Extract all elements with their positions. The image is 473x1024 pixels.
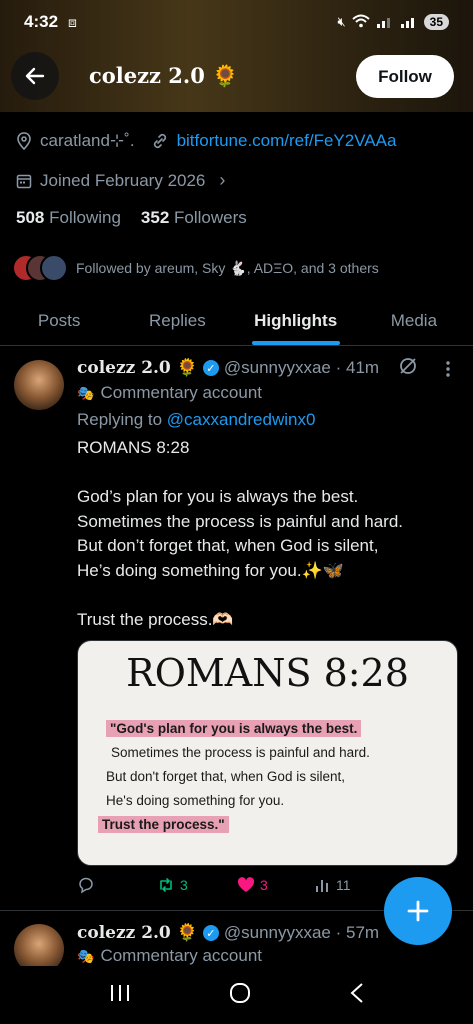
- like-button[interactable]: 3: [237, 877, 315, 893]
- replying-to-line: Replying to @caxxandredwinx0: [77, 410, 316, 429]
- plus-icon: [407, 900, 429, 922]
- avatar: [40, 254, 68, 282]
- reply-icon: [79, 877, 93, 894]
- followed-by-avatars: [12, 254, 68, 282]
- compose-button[interactable]: [384, 877, 452, 945]
- tab-replies[interactable]: Replies: [118, 296, 236, 345]
- media-image-line: But don't forget that, when God is silen…: [106, 769, 345, 784]
- back-nav-icon[interactable]: [349, 982, 365, 1009]
- signal-icon-2: [400, 14, 418, 31]
- mute-icon: 🔇︎: [337, 14, 346, 29]
- tweet-author-name[interactable]: colezz 2.0 🌻: [77, 923, 198, 943]
- tweet-body: ROMANS 8:28 God’s plan for you is always…: [77, 436, 457, 632]
- view-count: 11: [336, 877, 351, 893]
- tweet-text-line: Sometimes the process is painful and har…: [77, 511, 404, 531]
- status-icons: 🔇︎ 35: [337, 14, 449, 31]
- media-image-line: Sometimes the process is painful and har…: [111, 745, 370, 760]
- followers-count-link[interactable]: 352 Followers: [141, 208, 247, 228]
- views-button[interactable]: 11: [315, 877, 395, 893]
- verified-badge-icon: ✓: [202, 925, 219, 941]
- tweet-text-line: But don’t forget that, when God is silen…: [77, 536, 379, 555]
- media-image-line: Trust the process.": [98, 816, 229, 833]
- avatar[interactable]: [14, 360, 64, 410]
- commentary-label: 🎭 Commentary account: [77, 383, 263, 402]
- retweet-button[interactable]: 3: [157, 876, 237, 894]
- heart-icon: [237, 877, 255, 892]
- tab-media[interactable]: Media: [355, 296, 473, 345]
- media-image-line: He's doing something for you.: [106, 793, 285, 808]
- followed-by-text: Followed by areum, Sky 🐇, ADΞO, and 3 ot…: [76, 259, 379, 276]
- theater-mask-icon: 🎭: [77, 384, 95, 401]
- battery-indicator: 35: [423, 14, 449, 30]
- profile-joined-date: Joined February 2026: [40, 170, 206, 190]
- home-icon[interactable]: [228, 981, 252, 1010]
- grok-icon[interactable]: [398, 356, 418, 381]
- tweet-handle-time: @sunnyyxxae · 41m: [223, 358, 380, 377]
- theater-mask-icon: 🎭: [77, 947, 95, 964]
- link-icon: [153, 133, 166, 149]
- tweet-text-line: [77, 461, 457, 486]
- status-bar: 4:32 ⧈ 🔇︎ 35: [0, 0, 473, 44]
- bar-chart-icon: [316, 880, 328, 892]
- media-image-line: "God's plan for you is always the best.: [106, 720, 362, 737]
- profile-meta-location-link: caratland⊹˚. bitfortune.com/ref/FeY2VAAa: [16, 131, 396, 151]
- profile-website-link[interactable]: bitfortune.com/ref/FeY2VAAa: [177, 131, 397, 151]
- commentary-label: 🎭 Commentary account: [77, 946, 263, 965]
- tab-highlights[interactable]: Highlights: [237, 296, 355, 345]
- like-count: 3: [260, 877, 268, 893]
- profile-title: colezz 2.0 🌻: [89, 63, 239, 88]
- reply-button[interactable]: [77, 876, 157, 894]
- recent-apps-icon[interactable]: [109, 983, 131, 1008]
- following-count-link[interactable]: 508 Following: [16, 208, 121, 228]
- screen-record-icon: ⧈: [68, 13, 77, 30]
- tweet-header: colezz 2.0 🌻 ✓ @sunnyyxxae · 41m: [77, 358, 379, 378]
- chevron-right-icon[interactable]: ›: [219, 170, 225, 191]
- verified-badge-icon: ✓: [202, 360, 219, 376]
- tweet-text-line: [77, 583, 457, 608]
- tweet-text-line: ROMANS 8:28: [77, 438, 190, 457]
- tweet-text-line: God’s plan for you is always the best.: [77, 487, 359, 506]
- profile-meta-joined: Joined February 2026 ›: [16, 170, 225, 191]
- tweet-handle-time: @sunnyyxxae · 57m: [223, 923, 380, 942]
- retweet-icon: [160, 878, 172, 892]
- tweet-text-line: Trust the process.🫶🏻: [77, 609, 234, 629]
- system-nav-bar: [0, 966, 473, 1024]
- tab-posts[interactable]: Posts: [0, 296, 118, 345]
- follow-button[interactable]: Follow: [356, 55, 454, 98]
- back-button[interactable]: [11, 52, 59, 100]
- more-options-icon[interactable]: [443, 360, 453, 383]
- status-time: 4:32: [24, 12, 59, 31]
- tweet-media-image[interactable]: ROMANS 8:28 "God's plan for you is alway…: [77, 640, 458, 866]
- tweet-text-line: He’s doing something for you.✨🦋: [77, 560, 344, 580]
- arrow-left-icon: [25, 67, 45, 85]
- follow-counts: 508 Following 352 Followers: [16, 208, 247, 228]
- tweet-author-name[interactable]: colezz 2.0 🌻: [77, 358, 198, 378]
- wifi-icon: [351, 14, 370, 31]
- calendar-icon: [16, 174, 32, 188]
- tweet-header: colezz 2.0 🌻 ✓ @sunnyyxxae · 57m: [77, 923, 379, 943]
- media-image-title: ROMANS 8:28: [126, 651, 409, 695]
- retweet-count: 3: [180, 877, 188, 893]
- reply-mention-link[interactable]: @caxxandredwinx0: [167, 410, 316, 429]
- location-pin-icon: [17, 132, 31, 150]
- profile-location: caratland⊹˚.: [40, 131, 135, 150]
- profile-tabs: Posts Replies Highlights Media: [0, 296, 473, 346]
- followed-by-row[interactable]: Followed by areum, Sky 🐇, ADΞO, and 3 ot…: [12, 254, 379, 282]
- signal-icon: [376, 14, 394, 31]
